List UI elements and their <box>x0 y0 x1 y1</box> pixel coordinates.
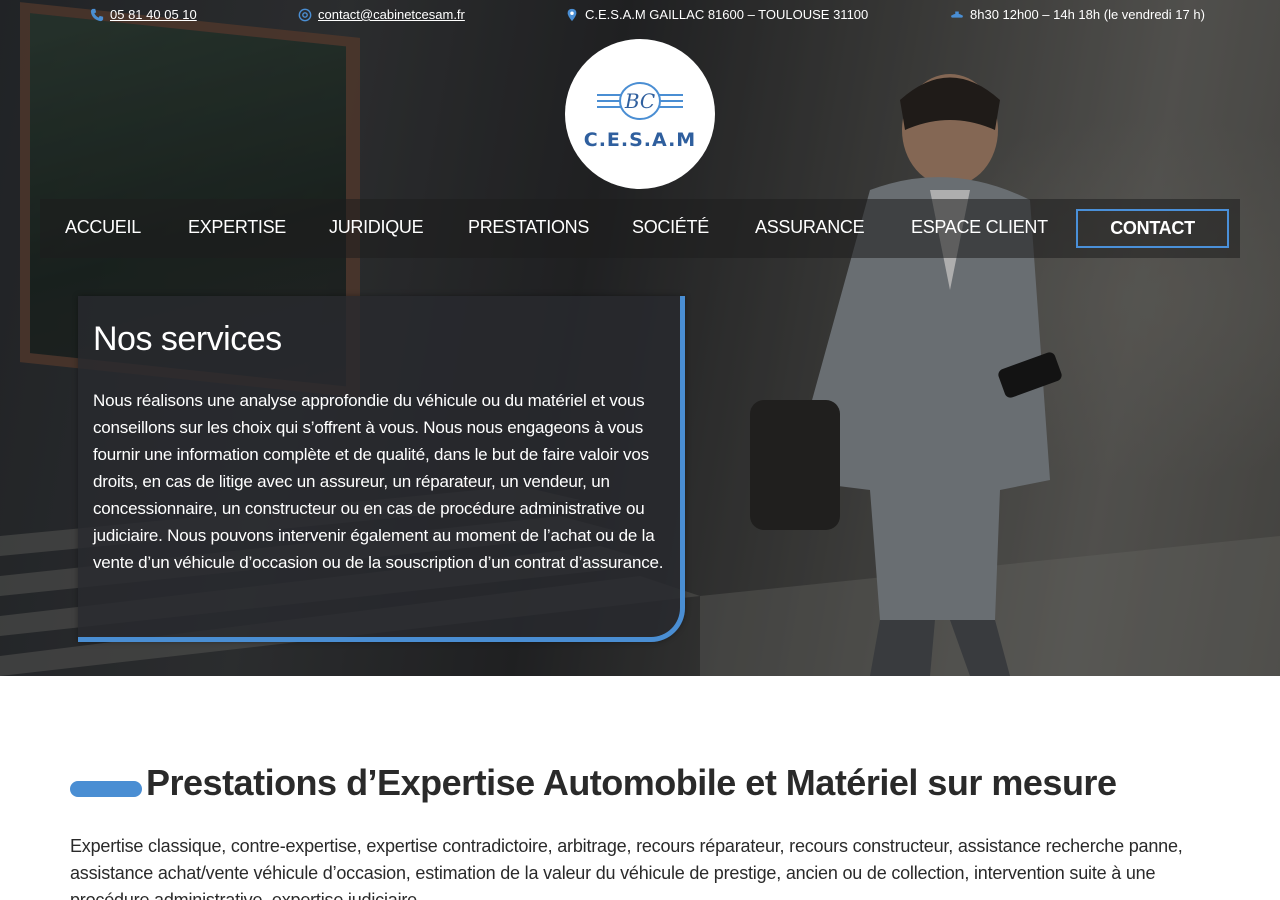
nav-item-societe[interactable]: SOCIÉTÉ <box>632 217 709 238</box>
logo-name: C.E.S.A.M <box>583 129 697 151</box>
address-info: C.E.S.A.M GAILLAC 81600 – TOULOUSE 31100 <box>565 7 868 22</box>
services-card: Nos services Nous réalisons une analyse … <box>78 296 685 642</box>
prestations-title: Prestations d’Expertise Automobile et Ma… <box>146 762 1117 803</box>
contact-button[interactable]: CONTACT <box>1076 209 1229 248</box>
clock-icon <box>950 11 964 18</box>
prestations-text: Expertise classique, contre-expertise, e… <box>70 836 1183 900</box>
hours-text: 8h30 12h00 – 14h 18h (le vendredi 17 h) <box>970 7 1205 22</box>
services-title: Nos services <box>93 320 282 358</box>
nav-item-assurance[interactable]: ASSURANCE <box>755 217 865 238</box>
nav-item-espace-client[interactable]: ESPACE CLIENT <box>911 217 1048 238</box>
at-icon <box>298 8 312 21</box>
logo-monogram: BC <box>624 89 655 113</box>
top-info-bar: 05 81 40 05 10 contact@cabinetcesam.fr C… <box>0 0 1280 30</box>
nav-item-juridique[interactable]: JURIDIQUE <box>329 217 424 238</box>
address-text: C.E.S.A.M GAILLAC 81600 – TOULOUSE 31100 <box>585 7 869 22</box>
phone-link[interactable]: 05 81 40 05 10 <box>110 7 197 22</box>
nav-item-prestations[interactable]: PRESTATIONS <box>468 217 589 238</box>
map-pin-icon <box>567 8 577 21</box>
phone-info[interactable]: 05 81 40 05 10 <box>90 7 197 22</box>
nav-item-expertise[interactable]: EXPERTISE <box>188 217 286 238</box>
email-link[interactable]: contact@cabinetcesam.fr <box>318 7 465 22</box>
hours-info: 8h30 12h00 – 14h 18h (le vendredi 17 h) <box>950 7 1205 22</box>
email-info[interactable]: contact@cabinetcesam.fr <box>298 7 465 22</box>
main-navigation: ACCUEIL EXPERTISE JURIDIQUE PRESTATIONS … <box>40 199 1240 258</box>
site-logo[interactable]: BC C.E.S.A.M <box>565 39 715 189</box>
services-text: Nous réalisons une analyse approfondie d… <box>93 391 664 572</box>
phone-icon <box>90 8 104 21</box>
nav-item-accueil[interactable]: ACCUEIL <box>65 217 141 238</box>
logo-monogram-icon: BC <box>597 82 683 120</box>
section-accent-bar <box>70 781 142 797</box>
